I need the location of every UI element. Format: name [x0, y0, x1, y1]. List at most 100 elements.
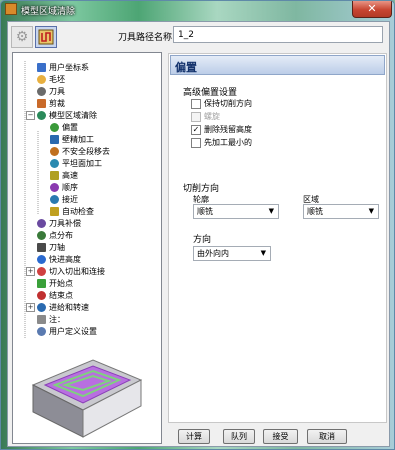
- tool-axis-icon: [37, 243, 46, 252]
- tool-path-name-label: 刀具路径名称: [118, 33, 173, 43]
- tree-item-8[interactable]: 平坦面加工: [50, 158, 102, 169]
- leads-links-icon: [37, 267, 46, 276]
- tree-item-label: 结束点: [49, 291, 73, 300]
- tree-item-label: 切入切出和连接: [49, 267, 105, 276]
- queue-button[interactable]: 队列: [223, 429, 255, 444]
- cut-direction-group-label: 切削方向: [183, 184, 220, 194]
- tree-item-label: 注：: [49, 315, 65, 324]
- tree-item-14[interactable]: 点分布: [37, 230, 73, 241]
- close-button[interactable]: ✕: [352, 1, 392, 18]
- tree-item-4[interactable]: − 模型区域清除: [26, 110, 97, 121]
- tree-item-21[interactable]: 注：: [37, 314, 65, 325]
- checkbox-label: 删除残留高度: [204, 125, 252, 134]
- tree-item-5[interactable]: 偏置: [50, 122, 78, 133]
- checkbox-checked-icon[interactable]: ✓: [191, 125, 201, 135]
- checkbox-label: 保持切削方向: [204, 99, 252, 108]
- area-clearance-icon: [37, 111, 46, 120]
- high-speed-icon: [50, 171, 59, 180]
- tool-icon: [37, 87, 46, 96]
- calculate-button[interactable]: 计算: [178, 429, 210, 444]
- checkbox-icon[interactable]: [191, 99, 201, 109]
- tree-item-label: 壁精加工: [62, 135, 94, 144]
- tree-item-label: 快进高度: [49, 255, 81, 264]
- option-checkbox-0[interactable]: 保持切削方向: [191, 98, 252, 109]
- tree-item-20[interactable]: + 进给和转速: [26, 302, 89, 313]
- chevron-down-icon: ▼: [260, 249, 266, 257]
- tree-item-16[interactable]: 快进高度: [37, 254, 81, 265]
- direction-value: 由外向内: [197, 249, 229, 258]
- tree-item-label: 用户坐标系: [49, 63, 89, 72]
- checkbox-label: 螺旋: [204, 112, 220, 121]
- chevron-down-icon: ▼: [368, 207, 374, 215]
- dialog-window: 模型区域清除 ✕ ⚙ 刀具路径名称 用户坐标系毛坯刀具剪裁− 模型区域清除偏置壁精…: [0, 0, 395, 450]
- option-checkbox-2[interactable]: ✓ 删除残留高度: [191, 124, 252, 135]
- option-checkbox-3[interactable]: 先加工最小的: [191, 137, 252, 148]
- checkbox-label: 先加工最小的: [204, 138, 252, 147]
- profile-direction-value: 顺铣: [197, 207, 213, 216]
- tool-compensation-icon: [37, 219, 46, 228]
- tree-item-7[interactable]: 不安全段移去: [50, 146, 110, 157]
- expand-icon[interactable]: +: [26, 267, 35, 276]
- tree-item-10[interactable]: 顺序: [50, 182, 78, 193]
- tree-item-12[interactable]: 自动检查: [50, 206, 94, 217]
- toolpath-toggle-button[interactable]: [35, 26, 57, 48]
- tree-item-label: 毛坯: [49, 75, 65, 84]
- tree-item-label: 不安全段移去: [62, 147, 110, 156]
- accept-button[interactable]: 接受: [263, 429, 298, 444]
- tree-item-0[interactable]: 用户坐标系: [37, 62, 89, 73]
- notes-icon: [37, 315, 46, 324]
- tree-item-19[interactable]: 结束点: [37, 290, 73, 301]
- tree-item-11[interactable]: 接近: [50, 194, 78, 205]
- checkbox-icon[interactable]: [191, 138, 201, 148]
- tree-item-15[interactable]: 刀轴: [37, 242, 65, 253]
- checkbox-icon: [191, 112, 201, 122]
- profile-direction-select[interactable]: 顺铣 ▼: [193, 204, 279, 219]
- tree-item-3[interactable]: 剪裁: [37, 98, 65, 109]
- toolpath-icon: [38, 29, 54, 45]
- block-icon: [37, 75, 46, 84]
- tree-item-1[interactable]: 毛坯: [37, 74, 65, 85]
- point-distribution-icon: [37, 231, 46, 240]
- tree-item-label: 高速: [62, 171, 78, 180]
- tree-item-13[interactable]: 刀具补偿: [37, 218, 81, 229]
- title-bar[interactable]: 模型区域清除 ✕: [1, 1, 394, 19]
- toolpath-preview-image: [31, 359, 143, 438]
- tree-item-label: 顺序: [62, 183, 78, 192]
- tree-item-17[interactable]: + 切入切出和连接: [26, 266, 105, 277]
- tree-item-label: 平坦面加工: [62, 159, 102, 168]
- unsafe-segment-icon: [50, 147, 59, 156]
- advanced-offset-group-label: 高级偏置设置: [183, 88, 238, 98]
- expand-icon[interactable]: +: [26, 303, 35, 312]
- collapse-icon[interactable]: −: [26, 111, 35, 120]
- tree-item-label: 点分布: [49, 231, 73, 240]
- tree-item-9[interactable]: 高速: [50, 170, 78, 181]
- end-point-icon: [37, 291, 46, 300]
- area-direction-select[interactable]: 顺铣 ▼: [303, 204, 379, 219]
- rapid-height-icon: [37, 255, 46, 264]
- approach-icon: [50, 195, 59, 204]
- order-icon: [50, 183, 59, 192]
- tree-item-label: 开始点: [49, 279, 73, 288]
- chevron-down-icon: ▼: [268, 207, 274, 215]
- tree-item-label: 模型区域清除: [49, 111, 97, 120]
- tree-item-label: 刀轴: [49, 243, 65, 252]
- cancel-button[interactable]: 取消: [307, 429, 347, 444]
- app-icon: [5, 3, 17, 15]
- feeds-speeds-icon: [37, 303, 46, 312]
- tool-path-name-input[interactable]: [173, 26, 383, 43]
- tree-item-label: 刀具: [49, 87, 65, 96]
- direction-select[interactable]: 由外向内 ▼: [193, 246, 271, 261]
- tree-item-label: 自动检查: [62, 207, 94, 216]
- tree-item-6[interactable]: 壁精加工: [50, 134, 94, 145]
- tree-item-label: 接近: [62, 195, 78, 204]
- trim-icon: [37, 99, 46, 108]
- tree-item-22[interactable]: 用户定义设置: [37, 326, 97, 337]
- area-direction-value: 顺铣: [307, 207, 323, 216]
- direction-label: 方向: [193, 235, 212, 245]
- tree-item-18[interactable]: 开始点: [37, 278, 73, 289]
- wall-finishing-icon: [50, 135, 59, 144]
- tree-item-2[interactable]: 刀具: [37, 86, 65, 97]
- tree-item-label: 进给和转速: [49, 303, 89, 312]
- settings-gear-icon[interactable]: ⚙: [11, 26, 33, 48]
- offset-settings-panel: 偏置 高级偏置设置 保持切削方向 螺旋 ✓ 删除残留高度 先加工最小的 切削方向 轮廓 …: [168, 53, 387, 423]
